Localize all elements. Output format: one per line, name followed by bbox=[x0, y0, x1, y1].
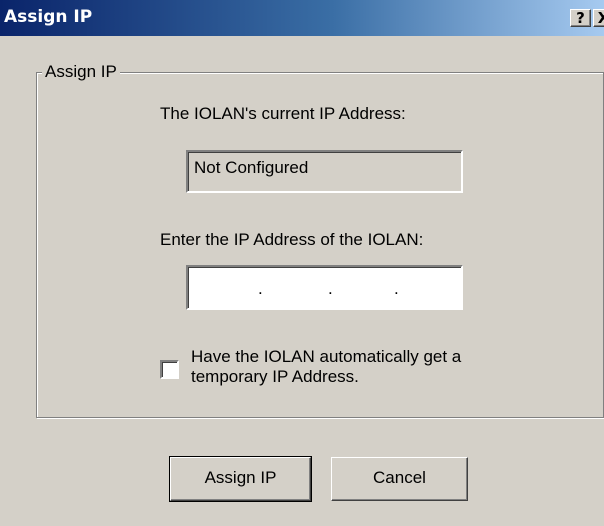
cancel-button[interactable]: Cancel bbox=[331, 457, 468, 501]
ip-octet-separator: . bbox=[258, 279, 263, 298]
assign-ip-button[interactable]: Assign IP bbox=[169, 456, 312, 502]
auto-ip-label-line2: temporary IP Address. bbox=[191, 367, 359, 386]
auto-ip-checkbox-label[interactable]: Have the IOLAN automatically get a tempo… bbox=[191, 347, 571, 387]
groupbox-legend: Assign IP bbox=[42, 62, 120, 82]
current-ip-field: Not Configured bbox=[186, 150, 463, 193]
auto-ip-label-line1: Have the IOLAN automatically get a bbox=[191, 347, 462, 366]
window-title: Assign IP bbox=[4, 7, 93, 27]
title-bar[interactable]: Assign IP ? X bbox=[0, 0, 604, 36]
assign-ip-dialog: Assign IP ? X Assign IP The IOLAN's curr… bbox=[0, 0, 604, 526]
current-ip-label: The IOLAN's current IP Address: bbox=[160, 104, 406, 123]
auto-ip-checkbox[interactable] bbox=[160, 360, 179, 379]
enter-ip-label: Enter the IP Address of the IOLAN: bbox=[160, 230, 424, 249]
close-icon[interactable]: X bbox=[593, 9, 604, 27]
ip-address-input[interactable]: . . . bbox=[186, 265, 463, 310]
help-icon[interactable]: ? bbox=[570, 9, 591, 27]
ip-octet-separator: . bbox=[328, 279, 333, 298]
ip-octet-separator: . bbox=[394, 279, 399, 298]
